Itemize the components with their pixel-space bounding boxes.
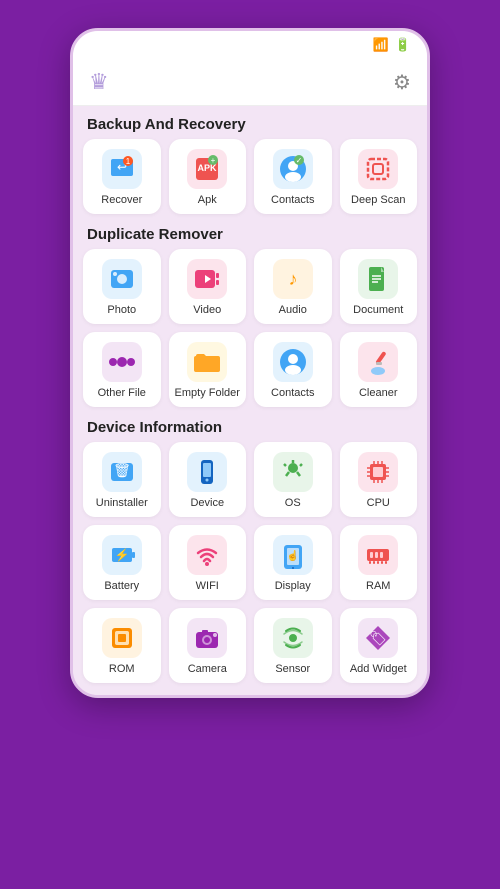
sensor-icon bbox=[273, 618, 313, 658]
scroll-area: Backup And Recovery ↩1 Recover APK+ Apk ✓ Cont… bbox=[73, 106, 427, 695]
video-icon bbox=[187, 259, 227, 299]
cleaner-icon bbox=[358, 342, 398, 382]
grid-item-rom[interactable]: ROM bbox=[83, 608, 161, 683]
status-bar: 📶 🔋 bbox=[73, 31, 427, 59]
grid-item-display[interactable]: ☝ Display bbox=[254, 525, 332, 600]
grid-item-deep-scan[interactable]: Deep Scan bbox=[340, 139, 418, 214]
apk-icon: APK+ bbox=[187, 149, 227, 189]
section-title-duplicate: Duplicate Remover bbox=[83, 216, 417, 249]
camera-icon bbox=[187, 618, 227, 658]
uninstaller-icon: 🗑 bbox=[102, 452, 142, 492]
contacts-dup-icon bbox=[273, 342, 313, 382]
grid-item-contacts-dup[interactable]: Contacts bbox=[254, 332, 332, 407]
grid-item-audio[interactable]: ♪ Audio bbox=[254, 249, 332, 324]
other-file-icon bbox=[102, 342, 142, 382]
crown-icon: ♛ bbox=[89, 69, 109, 95]
grid-item-other-file[interactable]: Other File bbox=[83, 332, 161, 407]
camera-label: Camera bbox=[188, 663, 227, 675]
contacts-backup-icon: ✓ bbox=[273, 149, 313, 189]
document-icon bbox=[358, 259, 398, 299]
wifi-status-icon: 📶 bbox=[373, 37, 389, 53]
app-header: ♛ ⚙ bbox=[73, 59, 427, 106]
rom-icon bbox=[102, 618, 142, 658]
section-title-backup: Backup And Recovery bbox=[83, 106, 417, 139]
uninstaller-label: Uninstaller bbox=[96, 497, 148, 509]
wifi-icon bbox=[187, 535, 227, 575]
document-label: Document bbox=[353, 304, 403, 316]
grid-item-contacts-backup[interactable]: ✓ Contacts bbox=[254, 139, 332, 214]
recover-label: Recover bbox=[101, 194, 142, 206]
deep-scan-label: Deep Scan bbox=[351, 194, 405, 206]
grid-item-cpu[interactable]: CPU bbox=[340, 442, 418, 517]
recover-icon: ↩1 bbox=[102, 149, 142, 189]
display-icon: ☝ bbox=[273, 535, 313, 575]
ram-label: RAM bbox=[366, 580, 390, 592]
grid-item-battery[interactable]: ⚡ Battery bbox=[83, 525, 161, 600]
svg-text:♪: ♪ bbox=[288, 269, 297, 289]
apk-label: Apk bbox=[198, 194, 217, 206]
grid-item-video[interactable]: Video bbox=[169, 249, 247, 324]
ram-icon bbox=[358, 535, 398, 575]
battery-status-icon: 🔋 bbox=[395, 37, 411, 53]
cleaner-label: Cleaner bbox=[359, 387, 398, 399]
audio-label: Audio bbox=[279, 304, 307, 316]
grid-duplicate: Photo Video ♪ Audio Document Other File Empty … bbox=[83, 249, 417, 407]
device-icon bbox=[187, 452, 227, 492]
svg-text:+: + bbox=[211, 156, 216, 165]
svg-text:🗑: 🗑 bbox=[113, 462, 131, 478]
other-file-label: Other File bbox=[98, 387, 146, 399]
cpu-label: CPU bbox=[367, 497, 390, 509]
empty-folder-label: Empty Folder bbox=[175, 387, 240, 399]
svg-text:🏷: 🏷 bbox=[369, 630, 387, 646]
grid-item-uninstaller[interactable]: 🗑 Uninstaller bbox=[83, 442, 161, 517]
grid-backup: ↩1 Recover APK+ Apk ✓ Contacts Deep Scan bbox=[83, 139, 417, 214]
grid-item-apk[interactable]: APK+ Apk bbox=[169, 139, 247, 214]
sensor-label: Sensor bbox=[275, 663, 310, 675]
empty-folder-icon bbox=[187, 342, 227, 382]
grid-item-cleaner[interactable]: Cleaner bbox=[340, 332, 418, 407]
grid-item-add-widget[interactable]: 🏷 Add Widget bbox=[340, 608, 418, 683]
add-widget-icon: 🏷 bbox=[358, 618, 398, 658]
os-label: OS bbox=[285, 497, 301, 509]
device-label: Device bbox=[190, 497, 224, 509]
grid-item-recover[interactable]: ↩1 Recover bbox=[83, 139, 161, 214]
battery-icon: ⚡ bbox=[102, 535, 142, 575]
display-label: Display bbox=[275, 580, 311, 592]
rom-label: ROM bbox=[109, 663, 135, 675]
video-label: Video bbox=[193, 304, 221, 316]
grid-item-camera[interactable]: Camera bbox=[169, 608, 247, 683]
contacts-dup-label: Contacts bbox=[271, 387, 314, 399]
phone-frame: 📶 🔋 ♛ ⚙ Backup And Recovery ↩1 Recover APK+… bbox=[70, 28, 430, 698]
svg-text:☝: ☝ bbox=[287, 549, 299, 562]
wifi-label: WIFI bbox=[196, 580, 219, 592]
battery-label: Battery bbox=[104, 580, 139, 592]
grid-item-document[interactable]: Document bbox=[340, 249, 418, 324]
status-icons: 📶 🔋 bbox=[373, 37, 411, 53]
svg-text:✓: ✓ bbox=[295, 156, 302, 165]
photo-icon bbox=[102, 259, 142, 299]
photo-label: Photo bbox=[107, 304, 136, 316]
grid-item-ram[interactable]: RAM bbox=[340, 525, 418, 600]
contacts-backup-label: Contacts bbox=[271, 194, 314, 206]
svg-text:1: 1 bbox=[126, 157, 131, 166]
grid-device: 🗑 Uninstaller Device OS CPU ⚡ Battery WIFI ☝ Disp… bbox=[83, 442, 417, 683]
svg-text:⚡: ⚡ bbox=[114, 548, 129, 562]
cpu-icon bbox=[358, 452, 398, 492]
section-title-device: Device Information bbox=[83, 409, 417, 442]
grid-item-empty-folder[interactable]: Empty Folder bbox=[169, 332, 247, 407]
os-icon bbox=[273, 452, 313, 492]
settings-icon[interactable]: ⚙ bbox=[393, 70, 411, 95]
grid-item-wifi[interactable]: WIFI bbox=[169, 525, 247, 600]
grid-item-photo[interactable]: Photo bbox=[83, 249, 161, 324]
grid-item-device[interactable]: Device bbox=[169, 442, 247, 517]
deep-scan-icon bbox=[358, 149, 398, 189]
grid-item-os[interactable]: OS bbox=[254, 442, 332, 517]
audio-icon: ♪ bbox=[273, 259, 313, 299]
add-widget-label: Add Widget bbox=[350, 663, 407, 675]
grid-item-sensor[interactable]: Sensor bbox=[254, 608, 332, 683]
